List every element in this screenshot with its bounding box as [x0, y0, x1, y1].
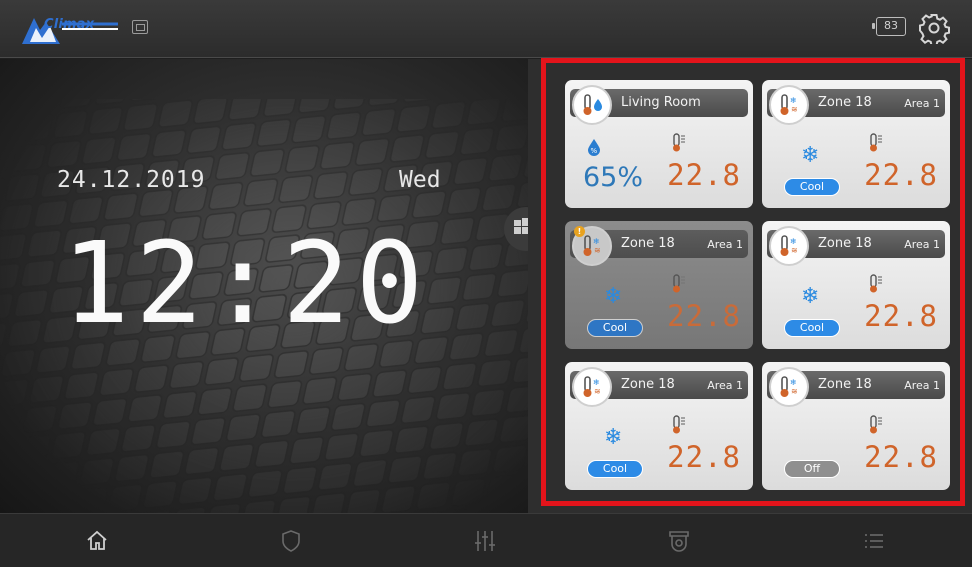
camera-icon[interactable] [666, 528, 692, 554]
battery-icon: 83 [872, 17, 906, 36]
sliders-icon[interactable] [472, 528, 498, 554]
home-icon[interactable] [84, 528, 110, 554]
logo-text: Climax [44, 17, 95, 32]
top-bar: Climax 83 [0, 0, 972, 58]
network-icon[interactable] [132, 20, 148, 34]
shield-icon[interactable] [278, 528, 304, 554]
list-icon[interactable] [861, 528, 887, 554]
clock-panel: 24.12.2019 Wed 12:20 [0, 59, 528, 513]
bottom-nav [0, 513, 972, 567]
highlight-frame [541, 58, 965, 506]
time-display: 12:20 [62, 219, 430, 349]
gear-icon[interactable] [918, 12, 950, 44]
weekday-display: Wed [399, 167, 441, 193]
date-display: 24.12.2019 [57, 167, 206, 193]
